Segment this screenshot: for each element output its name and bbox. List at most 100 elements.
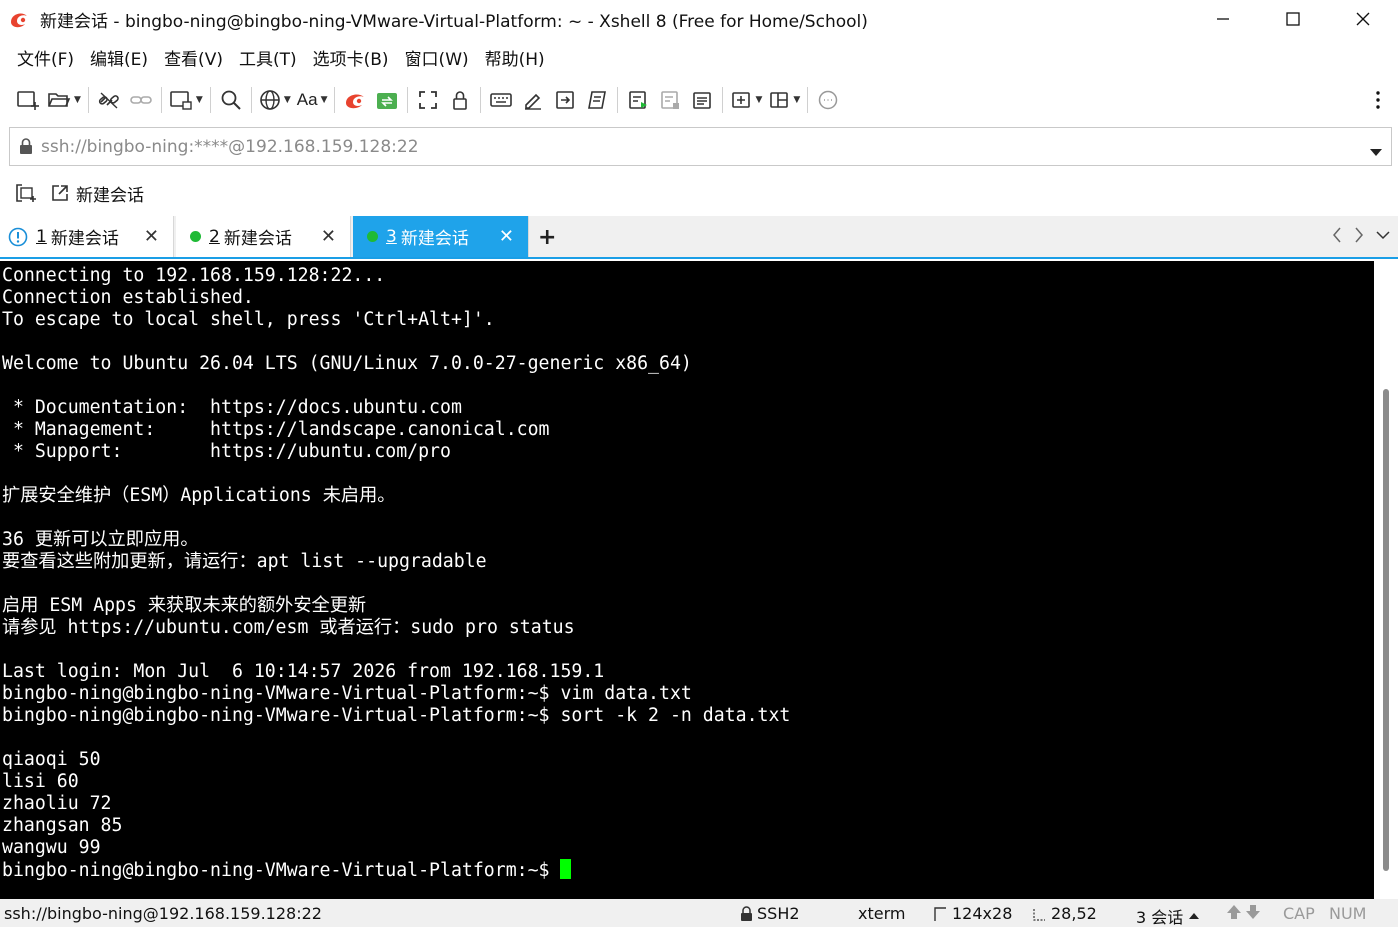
close-icon[interactable]: ✕ <box>321 226 336 247</box>
script-button[interactable] <box>581 84 613 116</box>
address-bar <box>9 127 1392 166</box>
chevron-down-icon[interactable] <box>1370 142 1382 162</box>
caret-up-icon <box>1189 913 1200 919</box>
quick-bar-toggle-icon[interactable] <box>14 182 38 204</box>
status-bar: ssh://bingbo-ning@192.168.159.128:22 SSH… <box>0 899 1398 927</box>
chevron-left-icon[interactable] <box>1332 227 1342 248</box>
chevron-down-icon[interactable] <box>1376 227 1390 248</box>
log-stop-icon <box>661 91 680 109</box>
open-button[interactable]: ▼ <box>44 84 84 116</box>
maximize-icon <box>1286 12 1300 26</box>
add-tab-button[interactable]: + <box>538 225 556 250</box>
status-size: 124x28 <box>933 904 1012 923</box>
menu-edit[interactable]: 编辑(E) <box>82 44 156 76</box>
keyboard-icon <box>490 93 513 107</box>
menu-tabs[interactable]: 选项卡(B) <box>305 44 397 76</box>
add-pane-icon <box>732 92 751 108</box>
close-button[interactable] <box>1328 0 1398 38</box>
notes-button[interactable] <box>686 84 718 116</box>
menu-window[interactable]: 窗口(W) <box>397 44 477 76</box>
new-window-button[interactable]: ▼ <box>166 84 206 116</box>
terminal-prompt: bingbo-ning@bingbo-ning-VMware-Virtual-P… <box>2 860 561 881</box>
globe-icon <box>260 90 280 110</box>
terminal-scrollbar[interactable] <box>1374 261 1398 899</box>
terminal-line: Last login: Mon Jul 6 10:14:57 2026 from… <box>2 661 605 682</box>
menu-view[interactable]: 查看(V) <box>156 44 231 76</box>
status-num: NUM <box>1329 904 1367 923</box>
xftp-button[interactable] <box>371 84 403 116</box>
terminal-line: 36 更新可以立即应用。 <box>2 529 199 550</box>
transfer-icon <box>556 91 575 109</box>
status-scroll-arrows[interactable] <box>1226 904 1261 920</box>
compose-icon <box>525 93 542 110</box>
transfer-button[interactable] <box>549 84 581 116</box>
close-icon[interactable]: ✕ <box>144 226 159 247</box>
chat-icon <box>819 90 838 110</box>
terminal-line: 要查看这些附加更新，请运行：apt list --upgradable <box>2 551 487 572</box>
terminal-line: * Support: https://ubuntu.com/pro <box>12 441 451 462</box>
tab-session-2[interactable]: 2 新建会话 ✕ <box>176 216 351 257</box>
font-button[interactable]: Aa ▼ <box>294 84 331 116</box>
scrollbar-thumb[interactable] <box>1383 389 1389 871</box>
chat-button[interactable] <box>812 84 844 116</box>
compose-button[interactable] <box>517 84 549 116</box>
menu-bar: 文件(F) 编辑(E) 查看(V) 工具(T) 选项卡(B) 窗口(W) 帮助(… <box>0 44 553 76</box>
add-pane-button[interactable]: ▼ <box>727 84 765 116</box>
terminal-line: 请参见 https://ubuntu.com/esm 或者运行：sudo pro… <box>2 617 575 638</box>
terminal-line: * Documentation: https://docs.ubuntu.com <box>12 397 462 418</box>
xshell-button[interactable] <box>339 84 371 116</box>
layout-button[interactable]: ▼ <box>765 84 803 116</box>
warning-icon <box>8 227 28 247</box>
reconnect-button[interactable] <box>125 84 157 116</box>
menu-help[interactable]: 帮助(H) <box>477 44 553 76</box>
terminal-line: To escape to local shell, press 'Ctrl+Al… <box>2 309 495 330</box>
maximize-button[interactable] <box>1258 0 1328 38</box>
layout-icon <box>770 92 789 108</box>
close-icon <box>1356 12 1370 26</box>
tab-session-3[interactable]: 3 新建会话 ✕ <box>353 216 529 257</box>
terminal-line: 扩展安全维护（ESM）Applications 未启用。 <box>2 485 396 506</box>
address-input[interactable] <box>41 136 1341 157</box>
status-protocol: SSH2 <box>740 904 800 923</box>
terminal-line: Connection established. <box>2 287 254 308</box>
start-log-button[interactable] <box>622 84 654 116</box>
terminal-line: * Management: https://landscape.canonica… <box>12 419 550 440</box>
new-session-button[interactable] <box>12 84 44 116</box>
status-terminal-type: xterm <box>858 904 906 923</box>
encoding-button[interactable]: ▼ <box>256 84 294 116</box>
size-label: 124x28 <box>952 904 1013 923</box>
tab-session-1[interactable]: 1 新建会话 ✕ <box>0 216 174 257</box>
chevron-right-icon[interactable] <box>1354 227 1364 248</box>
menu-tools[interactable]: 工具(T) <box>231 44 305 76</box>
search-icon <box>221 90 241 110</box>
font-icon: Aa <box>296 90 318 109</box>
new-session-link[interactable]: 新建会话 <box>50 181 144 206</box>
terminal[interactable]: Connecting to 192.168.159.128:22... Conn… <box>0 261 1398 899</box>
terminal-line: zhangsan 85 <box>2 815 123 836</box>
status-sessions[interactable]: 3 会话 <box>1136 904 1200 927</box>
terminal-cursor <box>560 859 572 879</box>
lock-icon <box>741 905 752 921</box>
disconnect-button[interactable] <box>93 84 125 116</box>
disconnect-icon <box>98 92 119 109</box>
menu-file[interactable]: 文件(F) <box>9 44 82 76</box>
window-title: 新建会话 - bingbo-ning@bingbo-ning-VMware-Vi… <box>40 11 868 32</box>
arrow-down-icon <box>1246 905 1260 919</box>
more-button[interactable] <box>1362 84 1394 116</box>
keyboard-button[interactable] <box>485 84 517 116</box>
terminal-line: wangwu 99 <box>2 837 101 858</box>
xshell-logo-icon <box>8 8 30 30</box>
stop-log-button[interactable] <box>654 84 686 116</box>
tab-label: 新建会话 <box>223 229 292 249</box>
fullscreen-button[interactable] <box>412 84 444 116</box>
log-icon <box>629 91 648 109</box>
minimize-button[interactable] <box>1188 0 1258 38</box>
search-button[interactable] <box>215 84 247 116</box>
status-cursor-position: 28,52 <box>1032 904 1097 923</box>
protocol-label: SSH2 <box>757 904 800 923</box>
minimize-icon <box>1217 18 1229 20</box>
close-icon[interactable]: ✕ <box>499 226 514 247</box>
sessions-label: 3 会话 <box>1136 908 1184 927</box>
lock-button[interactable] <box>444 84 476 116</box>
terminal-line: bingbo-ning@bingbo-ning-VMware-Virtual-P… <box>2 705 791 726</box>
